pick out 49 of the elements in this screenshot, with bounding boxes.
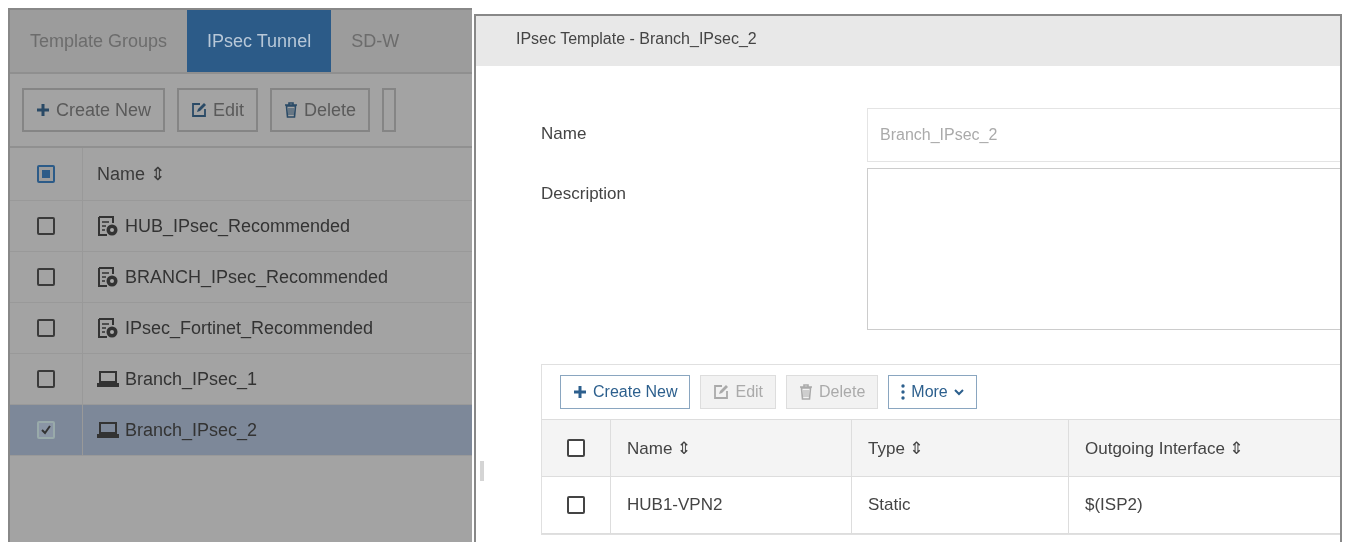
plus-icon bbox=[36, 103, 50, 117]
check-icon bbox=[40, 424, 52, 436]
checkbox[interactable] bbox=[37, 217, 55, 235]
more-icon bbox=[901, 384, 906, 400]
dialog-title: IPsec Template - Branch_IPsec_2 bbox=[476, 16, 1340, 66]
description-field[interactable] bbox=[867, 168, 1340, 330]
trash-icon bbox=[799, 384, 814, 400]
trash-icon bbox=[284, 102, 299, 118]
create-new-button[interactable]: Create New bbox=[560, 375, 691, 409]
create-new-button[interactable]: Create New bbox=[22, 88, 166, 132]
delete-button[interactable]: Delete bbox=[270, 88, 371, 132]
column-header[interactable]: Name ⇕ bbox=[611, 420, 852, 476]
checkbox[interactable] bbox=[37, 421, 55, 439]
table-cell: HUB_IPsec_Recommended bbox=[125, 215, 351, 237]
checkbox[interactable] bbox=[567, 496, 585, 514]
table-cell-text: $(ISP2) bbox=[1084, 494, 1144, 516]
table-cell: IPsec_Fortinet_Recommended bbox=[125, 317, 374, 339]
template-icon bbox=[97, 215, 119, 237]
checkbox[interactable] bbox=[37, 165, 55, 183]
field-label: Description bbox=[541, 183, 628, 204]
table-row[interactable]: Branch_IPsec_2 bbox=[10, 405, 472, 456]
checkbox[interactable] bbox=[37, 319, 55, 337]
field-label: Name bbox=[541, 123, 588, 144]
checkbox[interactable] bbox=[37, 370, 55, 388]
table-row[interactable]: BRANCH_IPsec_Recommended bbox=[10, 252, 472, 303]
column-header[interactable]: Outgoing Interface ⇕ bbox=[1069, 420, 1325, 476]
table-row[interactable]: HUB_IPsec_Recommended bbox=[10, 201, 472, 252]
table-cell: Static bbox=[852, 477, 1069, 533]
table-row[interactable]: IPsec_Fortinet_Recommended bbox=[10, 303, 472, 354]
checkbox[interactable] bbox=[37, 268, 55, 286]
plus-icon bbox=[573, 385, 587, 399]
template-icon bbox=[97, 317, 119, 339]
caret-icon bbox=[953, 388, 964, 396]
table-cell: BRANCH_IPsec_Recommended bbox=[125, 266, 389, 288]
column-header[interactable]: Name ⇕ bbox=[83, 148, 166, 200]
edit-icon bbox=[191, 102, 208, 118]
more-button[interactable]: More bbox=[888, 375, 977, 409]
device-icon bbox=[97, 370, 119, 388]
resize-handle-icon bbox=[480, 461, 484, 481]
template-icon bbox=[97, 266, 119, 288]
table-cell: Branch_IPsec_1 bbox=[125, 368, 258, 390]
table-cell: Branch_IPsec_2 bbox=[125, 419, 258, 441]
checkbox[interactable] bbox=[567, 439, 585, 457]
column-header[interactable]: Type ⇕ bbox=[852, 420, 1069, 476]
table-cell: HUB1-VPN2 bbox=[611, 477, 852, 533]
device-icon bbox=[97, 421, 119, 439]
edit-button[interactable]: Edit bbox=[177, 88, 259, 132]
edit-icon bbox=[713, 384, 730, 400]
tab[interactable]: IPsec Tunnel bbox=[187, 10, 332, 72]
